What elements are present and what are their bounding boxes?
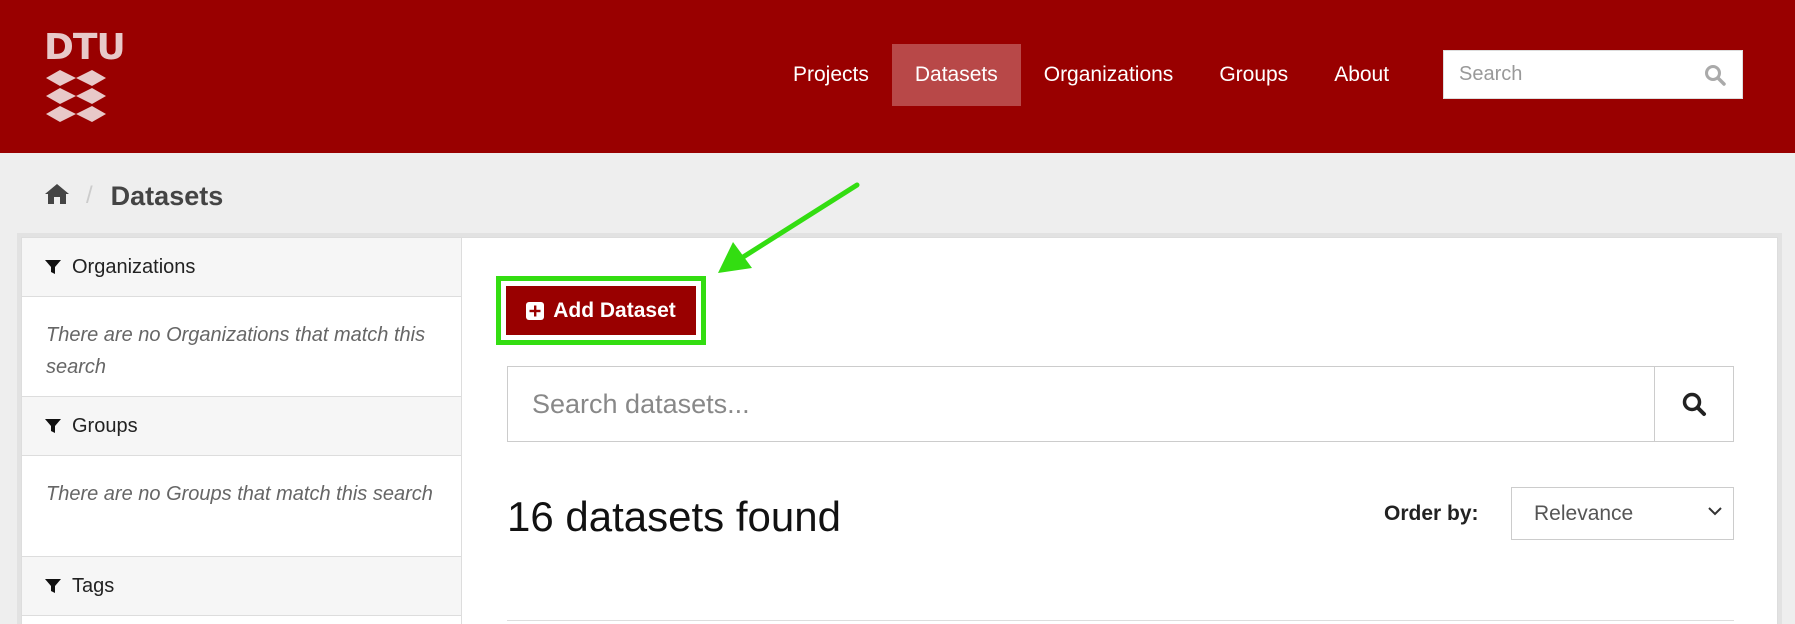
facet-title: Organizations <box>72 255 196 278</box>
breadcrumb-separator: / <box>86 182 93 209</box>
filter-icon <box>45 260 61 274</box>
add-dataset-button[interactable]: Add Dataset <box>506 286 696 335</box>
filter-icon <box>45 419 61 433</box>
waves-icon <box>46 70 106 122</box>
order-by-select[interactable]: Relevance <box>1511 487 1734 540</box>
divider <box>507 620 1734 621</box>
breadcrumb-current[interactable]: Datasets <box>111 181 224 212</box>
filter-icon <box>45 579 61 593</box>
nav-about[interactable]: About <box>1311 44 1412 106</box>
facet-empty-groups: There are no Groups that match this sear… <box>22 456 461 557</box>
facet-head-organizations: Organizations <box>22 238 461 297</box>
main-nav: Projects Datasets Organizations Groups A… <box>770 44 1412 106</box>
dataset-search-input[interactable] <box>508 367 1653 441</box>
dataset-search <box>507 366 1734 442</box>
facet-head-groups: Groups <box>22 397 461 456</box>
facet-empty-organizations: There are no Organizations that match th… <box>22 297 461 397</box>
main-wrapper: Organizations There are no Organizations… <box>21 237 1778 624</box>
logo-text: DTU <box>44 27 126 68</box>
header-search <box>1443 50 1743 99</box>
add-dataset-label: Add Dataset <box>553 298 676 322</box>
breadcrumb: / Datasets <box>44 178 223 214</box>
search-icon[interactable] <box>1704 64 1726 91</box>
home-icon[interactable] <box>44 183 70 210</box>
order-by-label: Order by: <box>1384 502 1479 525</box>
search-icon <box>1682 392 1706 416</box>
dtu-logo[interactable]: DTU <box>44 27 126 122</box>
highlight-frame: Add Dataset <box>496 276 706 345</box>
results-count: 16 datasets found <box>507 493 841 540</box>
facet-sidebar: Organizations There are no Organizations… <box>22 238 462 624</box>
nav-projects[interactable]: Projects <box>770 44 892 106</box>
facet-head-tags: Tags <box>22 557 461 616</box>
content-area: Add Dataset 16 datasets found Order by: … <box>462 238 1778 624</box>
site-header: DTU Projects Datasets Organizations Grou… <box>0 0 1795 153</box>
dataset-search-button[interactable] <box>1654 367 1733 441</box>
nav-organizations[interactable]: Organizations <box>1021 44 1197 106</box>
facet-title: Tags <box>72 574 115 597</box>
nav-groups[interactable]: Groups <box>1196 44 1311 106</box>
header-search-input[interactable] <box>1444 51 1694 98</box>
plus-square-icon <box>526 301 545 320</box>
nav-datasets[interactable]: Datasets <box>891 44 1021 106</box>
facet-title: Groups <box>72 414 138 437</box>
